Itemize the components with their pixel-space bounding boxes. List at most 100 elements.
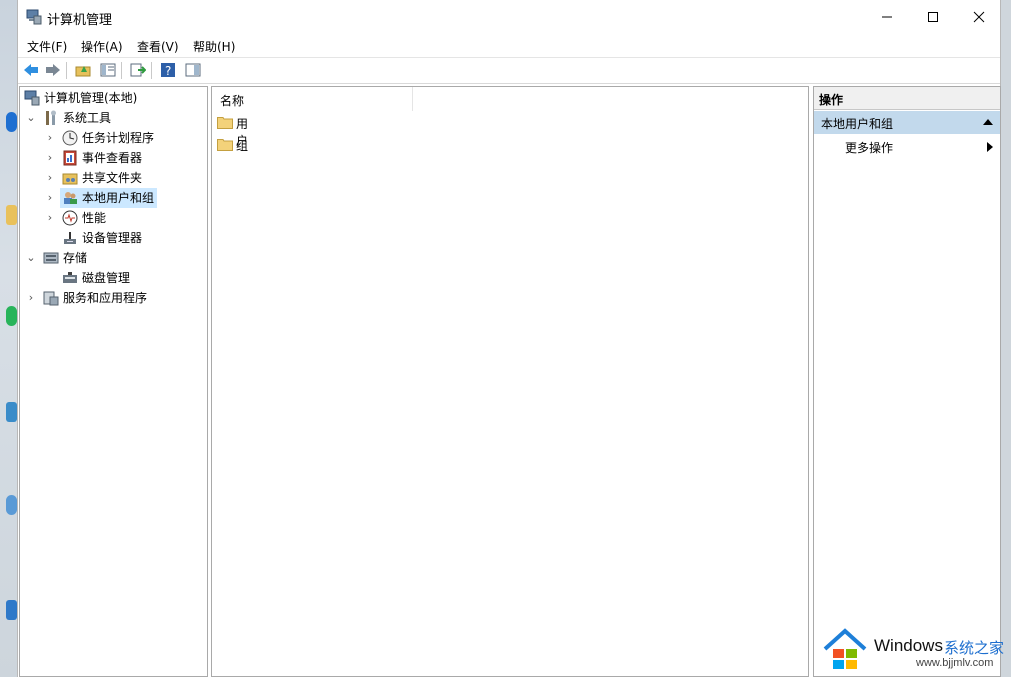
chevron-right-icon[interactable]: ›: [44, 128, 56, 148]
help-button[interactable]: ?: [159, 61, 177, 79]
chevron-right-icon[interactable]: ›: [44, 188, 56, 208]
close-icon: [973, 11, 985, 23]
more-actions-item[interactable]: 更多操作: [814, 136, 1000, 158]
export-list-icon: [130, 63, 146, 77]
device-manager-icon: [64, 232, 76, 244]
chevron-right-icon[interactable]: ›: [44, 208, 56, 228]
tree-item-disk-management[interactable]: 磁盘管理: [20, 268, 207, 288]
tree-item-device-manager[interactable]: 设备管理器: [20, 228, 207, 248]
actions-header: 操作: [814, 87, 1000, 110]
show-hide-tree-button[interactable]: [99, 61, 117, 79]
svg-text:?: ?: [165, 64, 171, 78]
desktop-icon: [6, 112, 17, 132]
actions-group-local-users-groups[interactable]: 本地用户和组: [814, 111, 1000, 134]
maximize-button[interactable]: [910, 0, 956, 34]
submenu-arrow-icon: [987, 142, 993, 152]
tree-item-storage[interactable]: ⌄ 存储: [20, 248, 207, 268]
chevron-right-icon[interactable]: ›: [25, 288, 37, 308]
computer-management-icon: [24, 90, 40, 106]
title-bar: 计算机管理: [18, 0, 1000, 34]
watermark-url: www.bjjmlv.com: [916, 657, 994, 669]
chevron-right-icon[interactable]: ›: [44, 168, 56, 188]
tree-item-event-viewer[interactable]: › 事件查看器: [20, 148, 207, 168]
minimize-icon: [882, 16, 892, 18]
desktop-icon: [6, 306, 17, 326]
desktop-icon: [6, 402, 17, 422]
up-folder-button[interactable]: [74, 61, 92, 79]
chevron-right-icon[interactable]: ›: [44, 148, 56, 168]
properties-pane-icon: [185, 63, 201, 77]
minimize-button[interactable]: [864, 0, 910, 34]
clock-icon: [62, 130, 78, 146]
back-icon: [24, 64, 38, 76]
forward-icon: [46, 64, 60, 76]
site-watermark: Windows 系统之家 www.bjjmlv.com: [818, 625, 1011, 677]
menu-bar: 文件(F) 操作(A) 查看(V) 帮助(H): [18, 34, 1000, 56]
tree-item-performance[interactable]: › 性能: [20, 208, 207, 228]
export-list-button[interactable]: [129, 61, 147, 79]
collapse-up-icon[interactable]: [983, 119, 993, 125]
up-folder-icon: [75, 66, 91, 77]
properties-pane-button[interactable]: [184, 61, 202, 79]
actions-header-label: 操作: [819, 93, 844, 107]
tree-item-services-apps[interactable]: › 服务和应用程序: [20, 288, 207, 308]
menu-action[interactable]: 操作(A): [81, 38, 123, 55]
chevron-down-icon[interactable]: ⌄: [25, 108, 37, 128]
menu-help[interactable]: 帮助(H): [193, 38, 235, 55]
tree-label: 事件查看器: [82, 151, 143, 165]
tree-label: 系统工具: [63, 111, 112, 125]
desktop-icon: [6, 205, 17, 225]
tree-label: 设备管理器: [82, 231, 143, 245]
tree-item-root[interactable]: 计算机管理(本地): [20, 88, 207, 108]
toolbar-separator: [66, 62, 67, 79]
tree-label: 存储: [63, 251, 88, 265]
menu-view[interactable]: 查看(V): [137, 38, 179, 55]
desktop-icon: [6, 600, 17, 620]
window-title: 计算机管理: [47, 13, 113, 28]
desktop-edge: [0, 0, 17, 677]
watermark-site-name: 系统之家: [944, 639, 1005, 657]
chevron-down-icon[interactable]: ⌄: [25, 248, 37, 268]
tree-label: 服务和应用程序: [63, 291, 148, 305]
computer-management-icon: [26, 9, 42, 25]
tools-icon: [46, 110, 56, 125]
tree-label: 任务计划程序: [82, 131, 155, 145]
column-header-name[interactable]: 名称: [212, 87, 413, 111]
more-actions-label: 更多操作: [845, 141, 894, 155]
event-viewer-icon: [63, 150, 77, 166]
shared-folder-icon: [62, 173, 78, 185]
tree-label: 计算机管理(本地): [44, 91, 138, 105]
desktop-icon: [6, 495, 17, 515]
close-button[interactable]: [956, 0, 1002, 34]
tree-label: 磁盘管理: [82, 271, 131, 285]
tree-item-shared-folders[interactable]: › 共享文件夹: [20, 168, 207, 188]
users-icon: [64, 192, 77, 204]
tree-item-task-scheduler[interactable]: › 任务计划程序: [20, 128, 207, 148]
folder-icon: [217, 117, 233, 129]
navigation-tree-pane: 计算机管理(本地) ⌄ 系统工具 › 任务计划程序 › 事件查看器 › 共享文件…: [19, 86, 208, 677]
show-hide-tree-icon: [100, 63, 116, 77]
computer-management-window: 计算机管理 文件(F) 操作(A) 查看(V) 帮助(H) ? 计算机管理(本地…: [17, 0, 1001, 677]
menu-file[interactable]: 文件(F): [27, 38, 67, 55]
actions-group-label: 本地用户和组: [821, 117, 894, 131]
forward-button[interactable]: [44, 61, 62, 79]
house-logo-icon: [823, 628, 867, 669]
toolbar-separator: [151, 62, 152, 79]
help-icon: ?: [161, 63, 175, 78]
toolbar: ?: [18, 57, 1000, 84]
services-icon: [43, 291, 59, 306]
folder-icon: [217, 139, 233, 151]
list-item-label: 组: [236, 139, 249, 153]
watermark-brand: Windows: [874, 636, 943, 655]
disk-icon: [63, 272, 77, 283]
tree-label: 共享文件夹: [82, 171, 143, 185]
maximize-icon: [928, 12, 938, 22]
storage-icon: [43, 252, 59, 264]
content-list-pane: 名称 用户 组: [211, 86, 809, 677]
tree-item-system-tools[interactable]: ⌄ 系统工具: [20, 108, 207, 128]
actions-pane: 操作 本地用户和组 更多操作: [813, 86, 1001, 677]
column-header-label: 名称: [220, 94, 245, 108]
tree-label: 本地用户和组: [82, 191, 155, 205]
tree-item-local-users-groups[interactable]: 本地用户和组: [60, 188, 157, 208]
back-button[interactable]: [22, 61, 40, 79]
